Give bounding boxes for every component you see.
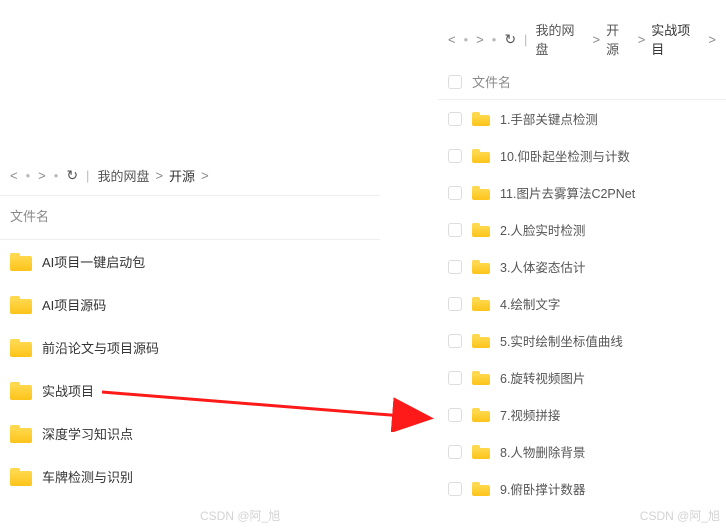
folder-icon [10, 468, 32, 486]
folder-icon [472, 223, 490, 237]
file-row[interactable]: 8.人物删除背景 [438, 433, 726, 470]
row-checkbox[interactable] [448, 334, 462, 348]
row-checkbox[interactable] [448, 112, 462, 126]
row-checkbox[interactable] [448, 260, 462, 274]
row-checkbox[interactable] [448, 223, 462, 237]
left-panel: < • > • ↻ | 我的网盘 > 开源 > 文件名 AI项目一键启动包AI项… [0, 160, 380, 498]
file-name: 11.图片去雾算法C2PNet [500, 183, 635, 202]
file-row[interactable]: AI项目源码 [0, 283, 380, 326]
nav-divider: | [86, 168, 89, 183]
file-row[interactable]: 3.人体姿态估计 [438, 248, 726, 285]
folder-icon [10, 296, 32, 314]
file-name: 深度学习知识点 [42, 424, 133, 443]
chevron-right-icon: > [593, 32, 601, 47]
file-name: 实战项目 [42, 381, 94, 400]
row-checkbox[interactable] [448, 371, 462, 385]
file-name: 8.人物删除背景 [500, 442, 585, 461]
column-header-name[interactable]: 文件名 [472, 72, 511, 91]
file-row[interactable]: 深度学习知识点 [0, 412, 380, 455]
right-file-list: 1.手部关键点检测 10.仰卧起坐检测与计数 11.图片去雾算法C2PNet 2.人脸… [438, 100, 726, 507]
file-name: 9.俯卧撑计数器 [500, 479, 585, 498]
select-all-checkbox[interactable] [448, 75, 462, 89]
chevron-right-icon: > [638, 32, 646, 47]
row-checkbox[interactable] [448, 297, 462, 311]
nav-sep: • [464, 32, 469, 47]
folder-icon [472, 408, 490, 422]
row-checkbox[interactable] [448, 445, 462, 459]
file-row[interactable]: 6.旋转视频图片 [438, 359, 726, 396]
folder-icon [472, 482, 490, 496]
folder-icon [472, 371, 490, 385]
watermark: CSDN @阿_旭 [640, 507, 720, 524]
left-breadcrumb-nav: < • > • ↻ | 我的网盘 > 开源 > [0, 160, 380, 191]
file-row[interactable]: 11.图片去雾算法C2PNet [438, 174, 726, 211]
row-checkbox[interactable] [448, 149, 462, 163]
file-name: 前沿论文与项目源码 [42, 338, 159, 357]
file-row[interactable]: AI项目一键启动包 [0, 240, 380, 283]
folder-icon [472, 186, 490, 200]
file-row[interactable]: 5.实时绘制坐标值曲线 [438, 322, 726, 359]
nav-forward-icon[interactable]: > [476, 32, 484, 47]
right-column-header-row: 文件名 [438, 64, 726, 100]
row-checkbox[interactable] [448, 482, 462, 496]
file-name: 4.绘制文字 [500, 294, 560, 313]
chevron-right-icon: > [708, 32, 716, 47]
folder-icon [10, 253, 32, 271]
folder-icon [10, 425, 32, 443]
file-row[interactable]: 实战项目 [0, 369, 380, 412]
file-row[interactable]: 7.视频拼接 [438, 396, 726, 433]
left-column-header-row: 文件名 [0, 196, 380, 235]
file-name: 6.旋转视频图片 [500, 368, 585, 387]
nav-forward-icon[interactable]: > [38, 168, 46, 183]
crumb[interactable]: 开源 [169, 166, 195, 185]
folder-icon [472, 260, 490, 274]
folder-icon [472, 334, 490, 348]
nav-divider: | [524, 32, 527, 47]
column-header-name[interactable]: 文件名 [10, 206, 49, 225]
left-file-list: AI项目一键启动包 AI项目源码前沿论文与项目源码实战项目深度学习知识点车牌检测与… [0, 240, 380, 498]
folder-icon [472, 297, 490, 311]
nav-sep: • [54, 168, 59, 183]
file-row[interactable]: 2.人脸实时检测 [438, 211, 726, 248]
right-panel: < • > • ↻ | 我的网盘 > 开源 > 实战项目 > 文件名 1.手部关… [438, 14, 726, 507]
folder-icon [472, 149, 490, 163]
chevron-right-icon: > [155, 168, 163, 183]
nav-sep: • [26, 168, 31, 183]
file-name: 车牌检测与识别 [42, 467, 133, 486]
folder-icon [472, 445, 490, 459]
file-name: AI项目源码 [42, 295, 106, 314]
file-row[interactable]: 前沿论文与项目源码 [0, 326, 380, 369]
file-name: 1.手部关键点检测 [500, 109, 598, 128]
refresh-icon[interactable]: ↻ [66, 167, 78, 184]
file-row[interactable]: 9.俯卧撑计数器 [438, 470, 726, 507]
crumb[interactable]: 我的网盘 [535, 20, 586, 58]
row-checkbox[interactable] [448, 186, 462, 200]
row-checkbox[interactable] [448, 408, 462, 422]
file-name: 7.视频拼接 [500, 405, 560, 424]
crumb[interactable]: 我的网盘 [97, 166, 149, 185]
nav-back-icon[interactable]: < [10, 168, 18, 183]
folder-icon [10, 339, 32, 357]
file-row[interactable]: 1.手部关键点检测 [438, 100, 726, 137]
folder-icon [472, 112, 490, 126]
watermark: CSDN @阿_旭 [200, 507, 280, 524]
file-row[interactable]: 车牌检测与识别 [0, 455, 380, 498]
crumb[interactable]: 开源 [606, 20, 632, 58]
file-name: 10.仰卧起坐检测与计数 [500, 146, 630, 165]
file-name: AI项目一键启动包 [42, 252, 145, 271]
chevron-right-icon: > [201, 168, 209, 183]
file-name: 5.实时绘制坐标值曲线 [500, 331, 623, 350]
file-row[interactable]: 10.仰卧起坐检测与计数 [438, 137, 726, 174]
file-name: 2.人脸实时检测 [500, 220, 585, 239]
file-name: 3.人体姿态估计 [500, 257, 585, 276]
nav-back-icon[interactable]: < [448, 32, 456, 47]
crumb[interactable]: 实战项目 [651, 20, 702, 58]
folder-icon [10, 382, 32, 400]
right-breadcrumb-nav: < • > • ↻ | 我的网盘 > 开源 > 实战项目 > [438, 14, 726, 64]
nav-sep: • [492, 32, 497, 47]
file-row[interactable]: 4.绘制文字 [438, 285, 726, 322]
refresh-icon[interactable]: ↻ [504, 31, 516, 48]
